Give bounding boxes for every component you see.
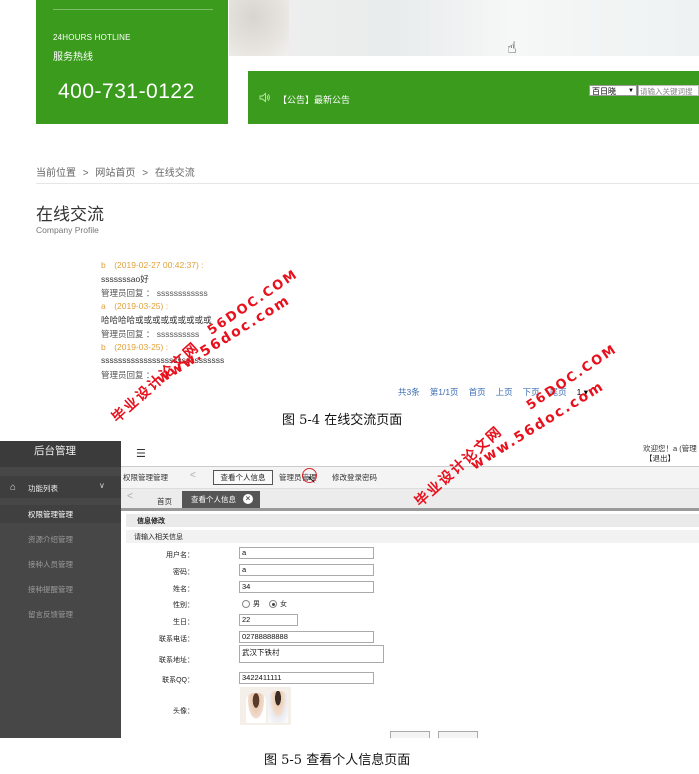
gender-male-radio[interactable] xyxy=(242,600,250,608)
sidebar-item-resource[interactable]: 资源介绍管理 xyxy=(28,534,73,545)
sidebar-item-permission[interactable]: 权限管理管理 xyxy=(28,509,73,520)
notice-link[interactable]: 【公告】最新公告 xyxy=(278,93,350,106)
name-input[interactable]: 34 xyxy=(239,581,374,593)
qq-label: 联系QQ： xyxy=(162,677,194,684)
message-header: a (2019-03-25) : xyxy=(101,301,169,311)
address-label: 联系地址： xyxy=(159,657,194,664)
pager-page-info: 第1/1页 xyxy=(429,387,459,397)
logout-link[interactable]: 【退出】 xyxy=(645,453,675,464)
search-input[interactable]: 请输入关键词搜 xyxy=(638,85,699,96)
message-body: sssssssao好 xyxy=(101,274,149,284)
section-header xyxy=(126,514,699,527)
sidebar-item-vaccinee[interactable]: 接种人员管理 xyxy=(28,559,73,570)
sidebar-item-reminder[interactable]: 接种提醒管理 xyxy=(28,584,73,595)
pager-total: 共3条 xyxy=(398,387,420,397)
phone-label: 联系电话： xyxy=(159,636,194,643)
figure-caption: 图 5-4 在线交流页面 xyxy=(282,413,403,428)
breadcrumb: 当前位置 > 网站首页 > 在线交流 xyxy=(36,164,199,179)
tab-change-password[interactable]: 修改登录密码 xyxy=(332,472,377,483)
birthday-label: 生日： xyxy=(173,619,194,626)
hand-cursor-icon: ☝ xyxy=(507,40,517,57)
hotline-cn-label: 服务热线 xyxy=(53,52,93,63)
figure-caption: 图 5-5 查看个人信息页面 xyxy=(264,753,411,768)
gender-male-label: 男 xyxy=(253,601,260,608)
message-reply: 管理员回复 ： ssssssssss xyxy=(101,329,200,339)
gender-label: 性别： xyxy=(173,602,194,609)
page-subtitle: Company Profile xyxy=(36,225,99,235)
tab-view-profile[interactable]: 查看个人信息 xyxy=(213,470,273,485)
qq-input[interactable]: 3422411111 xyxy=(239,672,374,684)
birthday-input[interactable]: 22 xyxy=(239,614,298,626)
avatar xyxy=(240,687,291,725)
close-icon[interactable]: × xyxy=(243,494,253,504)
breadcrumb-home-link[interactable]: 网站首页 xyxy=(95,168,135,179)
pager-prev-link[interactable]: 上页 xyxy=(496,387,513,397)
search-engine-value: 百日晓 xyxy=(592,87,616,96)
address-textarea[interactable]: 武汉下铁村 xyxy=(239,645,384,663)
pointer-cursor-icon: ↖ xyxy=(307,474,317,486)
divider xyxy=(36,183,699,184)
section-title: 信息修改 xyxy=(137,518,165,525)
message-body: 哈哈哈哈或或或或或或或或或 xyxy=(101,315,212,325)
avatar-label: 头像： xyxy=(173,708,194,715)
username-label: 用户名： xyxy=(166,552,194,559)
pager-first-link[interactable]: 首页 xyxy=(469,387,486,397)
page-tab-home[interactable]: 首页 xyxy=(157,496,172,507)
home-icon: ⌂ xyxy=(10,482,17,493)
chevron-down-icon: ∨ xyxy=(99,481,105,490)
chevron-left-icon[interactable]: < xyxy=(127,491,133,502)
message-header: b (2019-03-25) : xyxy=(101,342,169,352)
tab-permission[interactable]: 权限管理管理 xyxy=(123,472,168,483)
search-engine-select[interactable]: 百日晓 ▼ xyxy=(589,85,637,96)
sidebar-func-label: 功能列表 xyxy=(28,484,58,493)
page-title: 在线交流 xyxy=(36,205,104,224)
top-tabs-bar xyxy=(121,467,699,489)
hotline-number: 400-731-0122 xyxy=(58,80,195,103)
username-input[interactable]: a xyxy=(239,547,374,559)
speaker-icon xyxy=(259,92,270,103)
message-header: b (2019-02-27 00:42:37) : xyxy=(101,260,204,270)
breadcrumb-separator: > xyxy=(82,168,89,179)
sidebar-item-feedback[interactable]: 留言反馈管理 xyxy=(28,609,73,620)
hotline-en-label: 24HOURS HOTLINE xyxy=(53,33,131,42)
name-label: 姓名： xyxy=(173,586,194,593)
phone-input[interactable]: 02788888888 xyxy=(239,631,374,643)
breadcrumb-separator: > xyxy=(142,168,149,179)
content-area xyxy=(121,511,699,738)
banner-photo xyxy=(229,0,699,56)
menu-toggle-icon[interactable]: ☰ xyxy=(136,447,146,460)
gender-female-radio[interactable] xyxy=(269,600,277,608)
message-reply: 管理员回复 ： ssssssssssss xyxy=(101,288,208,298)
section-subtitle: 请输入相关信息 xyxy=(134,534,183,541)
gender-female-label: 女 xyxy=(280,601,287,608)
section-subheader xyxy=(126,530,699,543)
password-label: 密码： xyxy=(173,569,194,576)
chevron-left-icon[interactable]: < xyxy=(190,470,196,481)
password-input[interactable]: a xyxy=(239,564,374,576)
breadcrumb-page: 在线交流 xyxy=(154,168,195,179)
breadcrumb-current-label: 当前位置 xyxy=(36,168,76,179)
sidebar-title: 后台管理 xyxy=(34,445,76,457)
